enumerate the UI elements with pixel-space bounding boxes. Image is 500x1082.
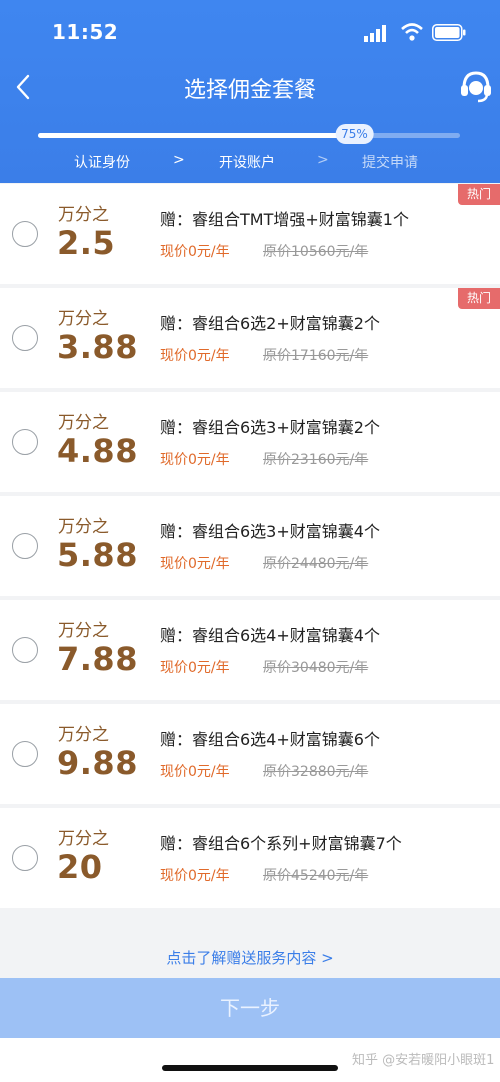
step-verify-identity: 认证身份 [74,155,130,171]
learn-more-link[interactable]: 点击了解赠送服务内容 > [0,947,500,968]
package-option[interactable]: 万分之 5.88 赠：睿组合6选3+财富锦囊4个 现价0元/年 原价24480元/年 [0,496,500,596]
radio-button[interactable] [12,845,38,871]
package-option[interactable]: 万分之 2.5 赠：睿组合TMT增强+财富锦囊1个 现价0元/年 原价10560元/年 热… [0,184,500,284]
commission-rate: 2.5 [57,224,116,262]
commission-rate: 5.88 [57,536,138,574]
rate-unit: 万分之 [58,517,109,537]
status-time: 11:52 [52,20,119,44]
current-price: 现价0元/年 [160,348,230,364]
gift-description: 赠：睿组合6选4+财富锦囊6个 [160,730,380,749]
original-price: 原价24480元/年 [263,556,369,572]
current-price: 现价0元/年 [160,764,230,780]
package-list: 万分之 2.5 赠：睿组合TMT增强+财富锦囊1个 现价0元/年 原价10560元/年热… [0,184,500,912]
hot-badge: 热门 [458,184,500,205]
cellular-signal-icon [364,25,386,42]
step-indicator: 认证身份 > 开设账户 > 提交申请 [0,152,500,176]
step-open-account: 开设账户 [219,155,275,171]
commission-rate: 3.88 [57,328,138,366]
package-option[interactable]: 万分之 4.88 赠：睿组合6选3+财富锦囊2个 现价0元/年 原价23160元/年 [0,392,500,492]
original-price: 原价10560元/年 [263,244,369,260]
rate-unit: 万分之 [58,413,109,433]
current-price: 现价0元/年 [160,660,230,676]
rate-unit: 万分之 [58,621,109,641]
package-option[interactable]: 万分之 20 赠：睿组合6个系列+财富锦囊7个 现价0元/年 原价45240元/年 [0,808,500,908]
radio-button[interactable] [12,637,38,663]
radio-button[interactable] [12,533,38,559]
radio-button[interactable] [12,741,38,767]
commission-rate: 4.88 [57,432,138,470]
commission-rate: 7.88 [57,640,138,678]
original-price: 原价17160元/年 [263,348,369,364]
current-price: 现价0元/年 [160,556,230,572]
package-option[interactable]: 万分之 3.88 赠：睿组合6选2+财富锦囊2个 现价0元/年 原价17160元/年 热门 [0,288,500,388]
rate-unit: 万分之 [58,829,109,849]
progress-label: 75% [335,124,374,144]
home-indicator [162,1065,338,1071]
original-price: 原价32880元/年 [263,764,369,780]
status-bar: 11:52 [0,0,500,62]
commission-rate: 9.88 [57,744,138,782]
step-separator: > [317,152,329,168]
gift-description: 赠：睿组合6选2+财富锦囊2个 [160,314,380,333]
original-price: 原价45240元/年 [263,868,369,884]
headset-icon[interactable] [458,68,494,104]
hot-badge: 热门 [458,288,500,309]
radio-button[interactable] [12,325,38,351]
page-title: 选择佣金套餐 [183,78,316,103]
rate-unit: 万分之 [58,725,109,745]
gift-description: 赠：睿组合6选4+财富锦囊4个 [160,626,380,645]
wifi-icon [401,23,423,41]
current-price: 现价0元/年 [160,452,230,468]
progress-fill [38,133,355,138]
gift-description: 赠：睿组合TMT增强+财富锦囊1个 [160,210,409,229]
next-step-button[interactable]: 下一步 [0,978,500,1038]
current-price: 现价0元/年 [160,868,230,884]
current-price: 现价0元/年 [160,244,230,260]
gift-description: 赠：睿组合6选3+财富锦囊2个 [160,418,380,437]
rate-unit: 万分之 [58,309,109,329]
step-separator: > [173,152,185,168]
header: 11:52 选择佣金套餐 75% 认证身份 > 开设账户 > 提交申请 [0,0,500,183]
step-submit-application: 提交申请 [362,155,418,171]
radio-button[interactable] [12,429,38,455]
progress-bar [38,133,460,138]
watermark: 知乎 @安若暖阳小眼斑1 [352,1053,495,1068]
rate-unit: 万分之 [58,205,109,225]
gift-description: 赠：睿组合6选3+财富锦囊4个 [160,522,380,541]
original-price: 原价30480元/年 [263,660,369,676]
commission-rate: 20 [57,848,103,886]
original-price: 原价23160元/年 [263,452,369,468]
radio-button[interactable] [12,221,38,247]
package-option[interactable]: 万分之 9.88 赠：睿组合6选4+财富锦囊6个 现价0元/年 原价32880元/年 [0,704,500,804]
gift-description: 赠：睿组合6个系列+财富锦囊7个 [160,834,402,853]
package-option[interactable]: 万分之 7.88 赠：睿组合6选4+财富锦囊4个 现价0元/年 原价30480元/年 [0,600,500,700]
battery-icon [432,24,466,41]
